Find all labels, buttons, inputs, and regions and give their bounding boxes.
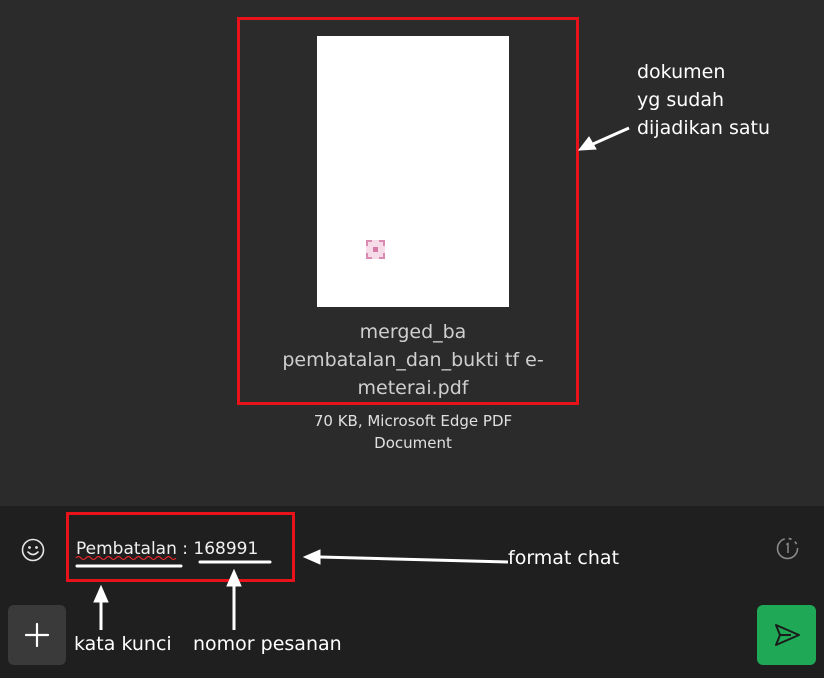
arrow-to-keyword — [93, 584, 109, 630]
arrow-to-document — [577, 126, 630, 151]
arrow-to-message — [302, 549, 509, 565]
annotation-overlay — [75, 126, 630, 630]
arrow-to-order-number — [226, 568, 242, 630]
spellcheck-squiggle — [75, 555, 177, 561]
